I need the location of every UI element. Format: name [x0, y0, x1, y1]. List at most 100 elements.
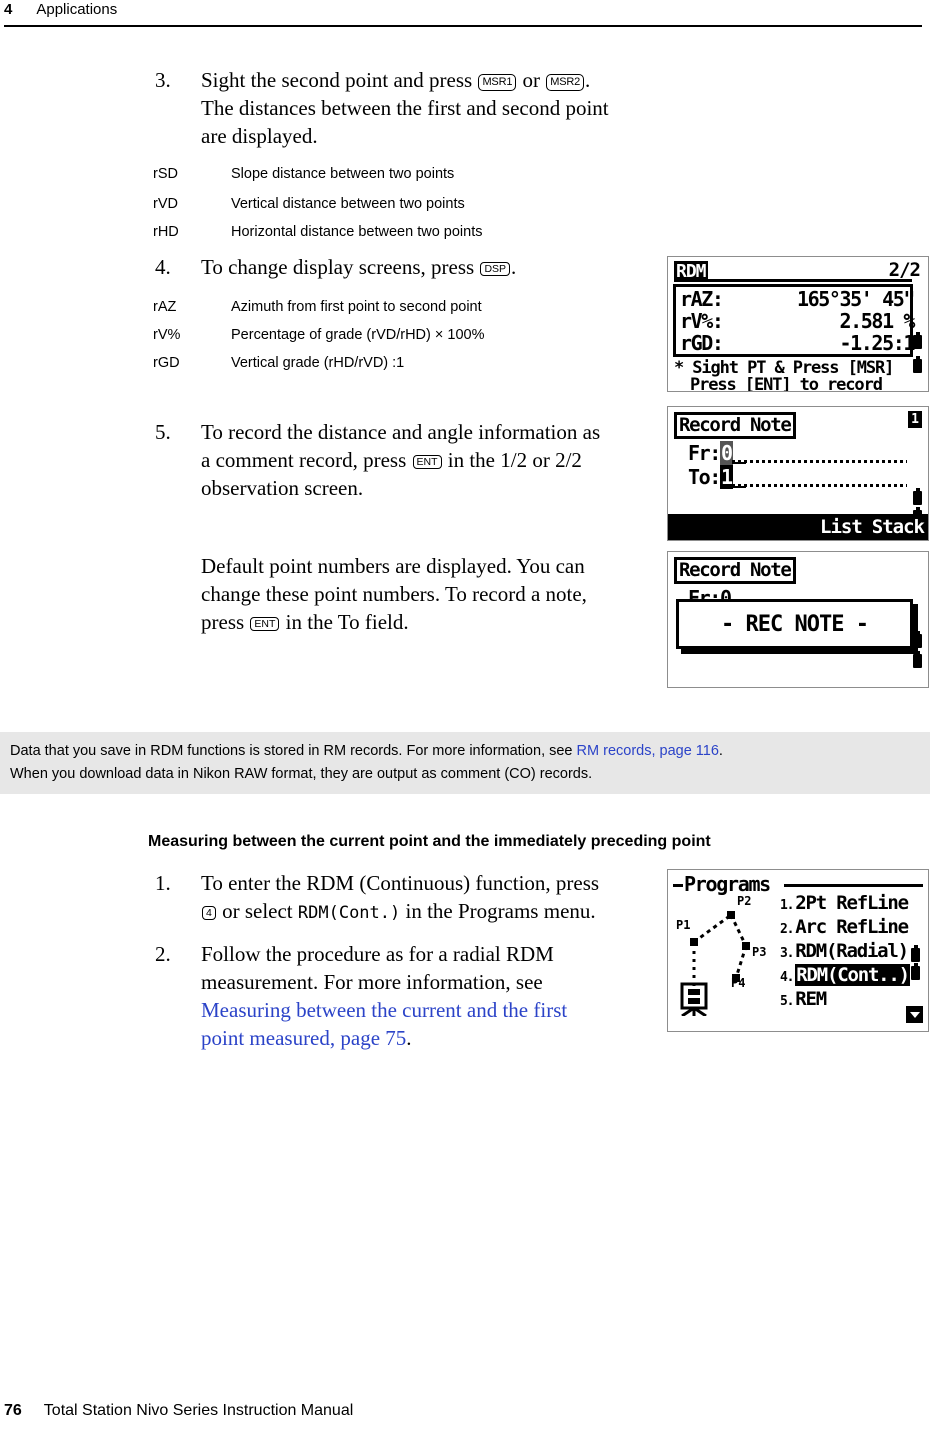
field-from-dotted-line [732, 460, 907, 463]
note-link-rm-records[interactable]: RM records, page 116 [577, 743, 719, 759]
programs-title-rule-left [673, 884, 683, 887]
rdm-title: RDM [674, 261, 708, 282]
note-callout: Data that you save in RDM functions is s… [0, 732, 930, 794]
rdm-row-raz: rAZ: 165°35' 45" [680, 287, 915, 311]
programs-menu-item-3[interactable]: 3. RDM(Radial) [780, 940, 909, 962]
ent-key: ENT [412, 455, 442, 469]
definition-row-rvpct: rV% Percentage of grade (rVD/rHD) × 100% [153, 324, 673, 346]
field-to-label: To: [688, 465, 721, 489]
step-5-line1: To record the distance and angle informa… [201, 420, 601, 444]
diagram-label-p2: P2 [737, 894, 752, 908]
lcd-screen-rec-note-dialog: Record Note Fr:0 - REC NOTE - [667, 551, 929, 688]
field-from: Fr:0 [688, 441, 733, 465]
programs-menu-index: 5. [780, 994, 794, 1009]
step-4-body: To change display screens, press DSP. [201, 253, 516, 281]
definition-desc: Percentage of grade (rVD/rHD) × 100% [231, 327, 485, 343]
step-5-line3: observation screen. [201, 476, 364, 500]
programs-menu-item-2[interactable]: 2. Arc RefLine [780, 916, 909, 938]
programs-menu-label: Arc RefLine [795, 916, 909, 938]
definition-term: rAZ [153, 299, 177, 315]
step-5-line2-b: in the 1/2 or 2/2 [447, 448, 582, 472]
msr1-key: MSR1 [478, 74, 517, 91]
programs-menu-label: REM [795, 988, 827, 1010]
definition-desc: Azimuth from first point to second point [231, 299, 482, 315]
diagram-point-p1 [690, 938, 698, 946]
step-3-line1-c: . [585, 68, 591, 92]
definition-row-rgd: rGD Vertical grade (rHD/rVD) :1 [153, 352, 673, 374]
softkey-stack[interactable]: Stack [872, 516, 925, 538]
definition-term: rHD [153, 224, 179, 240]
rdm-row-label: rV%: [680, 309, 724, 333]
battery-icon [913, 651, 922, 668]
diagram-label-p4: P4 [731, 976, 746, 990]
definition-term: rGD [153, 355, 180, 371]
field-to-value[interactable]: 1 [719, 465, 733, 489]
rdm-title-underline [674, 261, 912, 282]
rdm-row-label: rAZ: [680, 287, 724, 311]
rdm-row-rgd: rGD: -1.25:1 [680, 331, 916, 355]
field-to-underline [732, 486, 746, 488]
step-continuous-1-body: To enter the RDM (Continuous) function, … [201, 869, 599, 927]
rdm-page-indicator: 2/2 [888, 259, 921, 281]
definition-term: rV% [153, 327, 181, 343]
step-continuous-2-line2: measurement. For more information, see [201, 970, 543, 994]
step-3-line1-a: Sight the second point and press [201, 68, 473, 92]
programs-menu-item-5[interactable]: 5. REM [780, 988, 827, 1010]
softkey-bar: List Stack [668, 514, 928, 540]
definition-desc: Vertical distance between two points [231, 196, 465, 212]
numeric-4-key: 4 [202, 906, 216, 920]
step-continuous-1-line1: To enter the RDM (Continuous) function, … [201, 871, 600, 895]
page-header: 4 Applications [0, 0, 930, 28]
chapter-title: Applications [36, 1, 118, 18]
step-continuous-1-line2-b: in the Programs menu. [405, 899, 596, 923]
step-3-line1-b: or [522, 68, 540, 92]
header-rule [4, 25, 922, 27]
programs-menu-label: 2Pt RefLine [795, 892, 909, 914]
page-footer: 76 Total Station Nivo Series Instruction… [4, 1402, 353, 1420]
lcd-screen-programs: Programs P1 P2 P3 P4 1. 2Pt RefLine 2. A… [667, 869, 929, 1032]
diagram-leg-p3-p4 [734, 945, 748, 979]
step-continuous-2-body: Follow the procedure as for a radial RDM… [201, 940, 567, 1052]
note-sentence-1b: . [718, 743, 723, 759]
definition-row-raz: rAZ Azimuth from first point to second p… [153, 296, 673, 318]
programs-title-rule-right [784, 884, 923, 887]
programs-menu-item-1[interactable]: 1. 2Pt RefLine [780, 892, 909, 914]
step-5: 5. To record the distance and angle info… [155, 418, 665, 502]
msr2-key: MSR2 [546, 74, 584, 91]
default-points-line2: change these point numbers. To record a … [201, 582, 587, 606]
paragraph-default-point-numbers: Default point numbers are displayed. You… [201, 552, 671, 636]
softkey-list[interactable]: List [820, 516, 863, 538]
programs-menu-item-4[interactable]: 4. RDM(Cont..) [780, 964, 910, 986]
field-to-dotted-line [732, 484, 907, 487]
step-3: 3. Sight the second point and press MSR1… [155, 66, 675, 150]
dsp-key: DSP [480, 262, 511, 276]
field-from-value[interactable]: 0 [719, 441, 733, 465]
chevron-down-icon[interactable] [906, 1006, 923, 1023]
step-continuous-2-line1: Follow the procedure as for a radial RDM [201, 942, 554, 966]
programs-traverse-diagram [680, 911, 750, 1016]
diagram-leg-p2-p3 [729, 914, 748, 947]
programs-menu-label: RDM(Radial) [795, 940, 909, 962]
programs-menu-index: 4. [780, 970, 794, 985]
rdm-row-value: -1.25:1 [839, 331, 916, 355]
step-continuous-1: 1. To enter the RDM (Continuous) functio… [155, 869, 665, 927]
field-from-underline [732, 462, 746, 464]
definition-row-rsd: rSD Slope distance between two points [153, 163, 673, 185]
field-from-label: Fr: [688, 441, 721, 465]
step-4-number: 4. [155, 255, 171, 279]
battery-icon [911, 945, 920, 962]
diagram-label-p3: P3 [752, 945, 767, 959]
rec-note-dialog-text: - REC NOTE - [721, 611, 869, 637]
step-5-line2-a: a comment record, press [201, 448, 407, 472]
record-note-title: Record Note [674, 412, 796, 439]
step-continuous-1-line2-a: or select [222, 899, 293, 923]
footer-page-number: 76 [4, 1402, 22, 1419]
section-subheading: Measuring between the current point and … [148, 833, 711, 850]
footer-manual-title: Total Station Nivo Series Instruction Ma… [43, 1402, 354, 1419]
step-continuous-2-link-line2[interactable]: point measured, page 75 [201, 1026, 406, 1050]
step-continuous-2-link-line1[interactable]: Measuring between the current and the fi… [201, 998, 567, 1022]
step-5-number: 5. [155, 420, 171, 444]
step-continuous-2: 2. Follow the procedure as for a radial … [155, 940, 635, 1052]
battery-icon [913, 332, 922, 349]
note-sentence-1a: Data that you save in RDM functions is s… [10, 743, 573, 759]
